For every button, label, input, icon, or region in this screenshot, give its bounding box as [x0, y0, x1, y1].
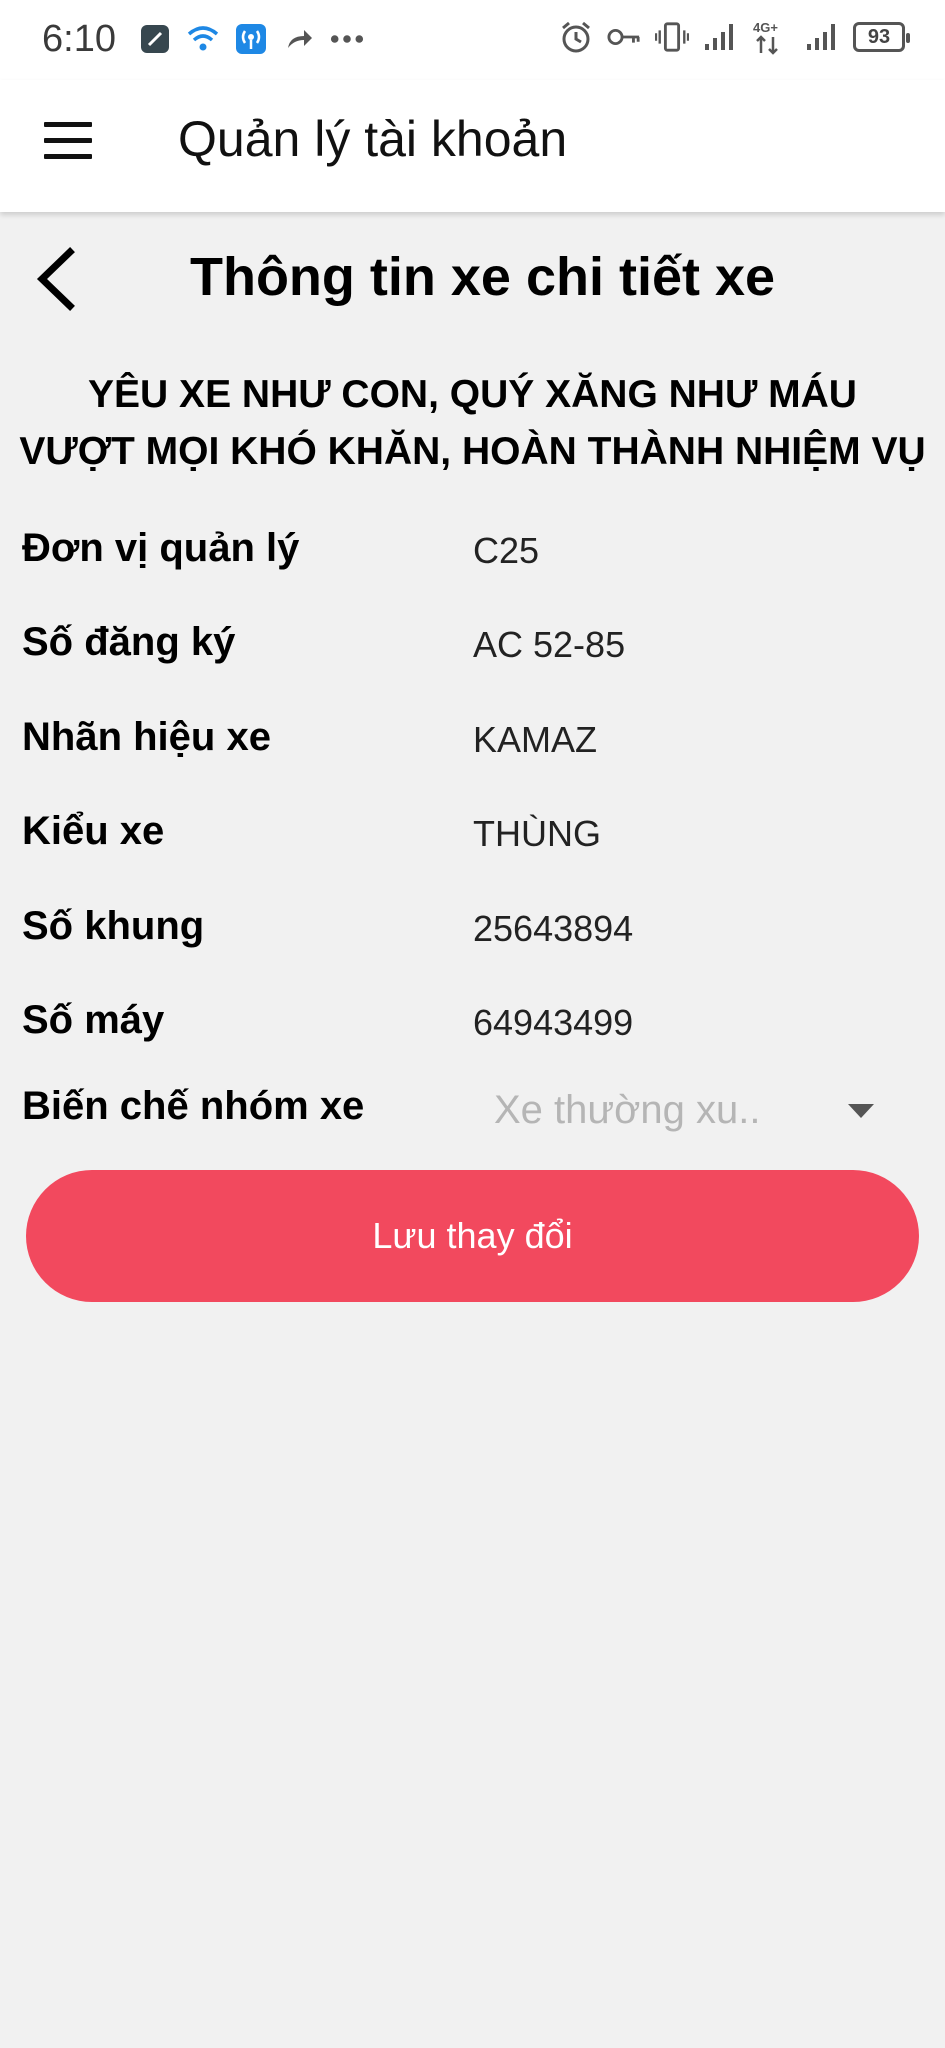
status-left-icons	[138, 22, 364, 56]
key-icon	[607, 20, 641, 54]
status-time: 6:10	[42, 18, 116, 60]
field-label: Số khung	[22, 904, 205, 948]
hamburger-menu-icon[interactable]	[44, 122, 92, 162]
dropdown-selected-value[interactable]: Xe thường xu..	[494, 1088, 760, 1133]
field-value: THÙNG	[473, 813, 601, 854]
field-value: KAMAZ	[473, 719, 598, 760]
field-label: Đơn vị quản lý	[22, 526, 300, 570]
slogan-line-2: VƯỢT MỌI KHÓ KHĂN, HOÀN THÀNH NHIỆM VỤ	[19, 430, 926, 473]
field-value: 25643894	[473, 908, 634, 949]
share-icon	[282, 22, 316, 56]
dropdown-caret-icon[interactable]	[848, 1104, 874, 1118]
signal-icon	[703, 20, 737, 54]
field-value: AC 52-85	[473, 624, 626, 665]
field-value: 64943499	[473, 1002, 634, 1043]
field-label: Nhãn hiệu xe	[22, 715, 271, 759]
alarm-icon	[559, 20, 593, 54]
status-right-icons: 4G+ 93	[559, 20, 910, 55]
field-value: C25	[473, 530, 540, 571]
battery-icon: 93	[853, 22, 910, 52]
svg-text:4G+: 4G+	[753, 20, 778, 35]
slogan: YÊU XE NHƯ CON, QUÝ XĂNG NHƯ MÁU VƯỢT MỌ…	[0, 366, 945, 480]
field-row-engine-number: Số máy 64943499	[0, 998, 945, 1058]
field-label: Kiểu xe	[22, 809, 165, 853]
more-dots-icon	[330, 22, 364, 56]
app-bar: Quản lý tài khoản	[0, 80, 945, 212]
field-label: Số máy	[22, 998, 165, 1042]
app-icon	[138, 22, 172, 56]
field-row-vehicle-type: Kiểu xe THÙNG	[0, 809, 945, 869]
field-row-registration-number: Số đăng ký AC 52-85	[0, 620, 945, 680]
signal-4g-icon: 4G+	[751, 20, 791, 55]
field-row-brand: Nhãn hiệu xe KAMAZ	[0, 715, 945, 775]
signal-icon	[805, 20, 839, 54]
field-row-vehicle-group: Biến chế nhóm xe Xe thường xu..	[0, 1084, 945, 1144]
field-label: Số đăng ký	[22, 620, 236, 664]
save-changes-button[interactable]: Lưu thay đổi	[26, 1170, 919, 1302]
vibrate-icon	[655, 20, 689, 54]
field-row-management-unit: Đơn vị quản lý C25	[0, 526, 945, 586]
status-bar: 6:10 4G+ 93	[0, 0, 945, 80]
wifi-icon	[186, 22, 220, 56]
field-label: Biến chế nhóm xe	[22, 1084, 365, 1128]
field-row-chassis-number: Số khung 25643894	[0, 904, 945, 964]
hotspot-icon	[234, 22, 268, 56]
page-title: Thông tin xe chi tiết xe	[189, 247, 776, 307]
slogan-line-1: YÊU XE NHƯ CON, QUÝ XĂNG NHƯ MÁU	[88, 373, 857, 416]
app-bar-title: Quản lý tài khoản	[178, 111, 568, 167]
